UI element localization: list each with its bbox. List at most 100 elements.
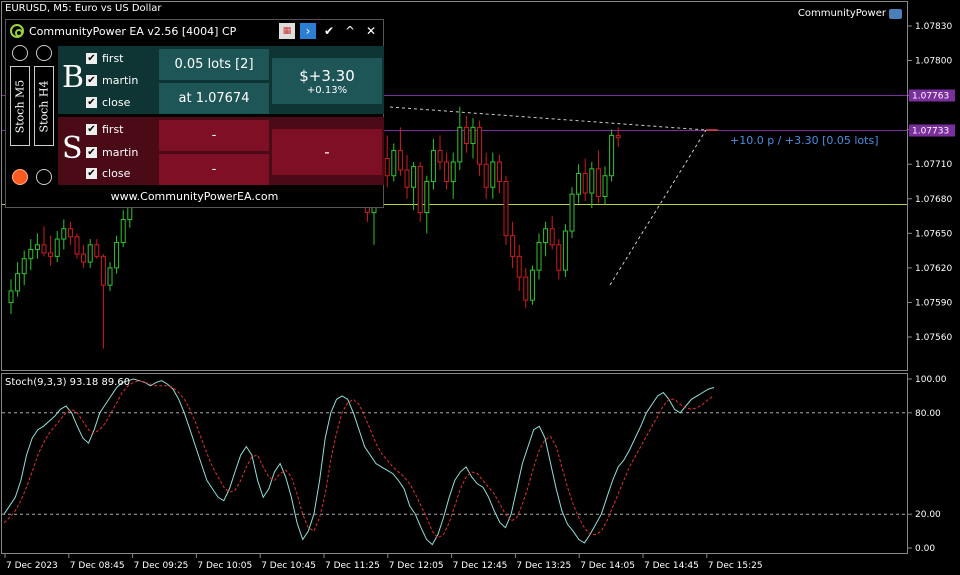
check-label: first bbox=[102, 52, 124, 65]
candle-body bbox=[516, 255, 522, 278]
buy-lots-cell[interactable]: 0.05 lots [2] bbox=[159, 49, 269, 80]
candle-body bbox=[609, 134, 615, 177]
candle-body bbox=[424, 181, 430, 214]
buy-price-cell[interactable]: at 1.07674 bbox=[159, 83, 269, 114]
stoch-h4-label: Stoch H4 bbox=[37, 80, 51, 132]
candle-body bbox=[100, 255, 106, 286]
buy-check-martin[interactable]: ✔ martin bbox=[86, 74, 138, 87]
price-tick-label: 1.07590 bbox=[915, 298, 952, 308]
panel-titlebar[interactable]: CommunityPower EA v2.56 [4004] CP ▦ › ✔ … bbox=[6, 20, 383, 42]
sell-price-cell[interactable]: - bbox=[159, 154, 269, 185]
candle-body bbox=[549, 228, 555, 246]
time-tick-label: 7 Dec 13:25 bbox=[516, 561, 571, 571]
stochastic-series bbox=[3, 378, 715, 546]
checkbox-icon[interactable]: ✔ bbox=[86, 53, 97, 64]
time-tick-label: 7 Dec 10:05 bbox=[197, 561, 252, 571]
checkbox-icon[interactable]: ✔ bbox=[86, 124, 97, 135]
price-tag-label: 1.07763 bbox=[912, 92, 949, 102]
candle-body bbox=[602, 175, 608, 197]
price-tick-label: 1.07650 bbox=[915, 229, 952, 239]
arrow-right-icon[interactable]: › bbox=[300, 23, 316, 39]
candle-body bbox=[529, 269, 535, 301]
candle-body bbox=[562, 230, 568, 271]
sell-check-martin[interactable]: ✔ martin bbox=[86, 146, 138, 159]
candle-body bbox=[397, 149, 403, 171]
stoch-tick-label: 0.00 bbox=[915, 544, 935, 554]
sell-profit-cell[interactable]: - bbox=[272, 129, 382, 175]
time-tick-label: 7 Dec 12:45 bbox=[453, 561, 508, 571]
stoch-tick-label: 100.00 bbox=[915, 375, 947, 385]
candle-body bbox=[496, 161, 502, 182]
candle-body bbox=[28, 248, 34, 260]
panel-title: CommunityPower EA v2.56 [4004] CP bbox=[29, 24, 237, 38]
buy-price: at 1.07674 bbox=[178, 91, 250, 106]
candle-body bbox=[107, 267, 113, 286]
check-label: close bbox=[102, 96, 131, 109]
candle-body bbox=[490, 161, 496, 188]
sell-letter: S bbox=[62, 131, 83, 166]
sell-lots-cell[interactable]: - bbox=[159, 120, 269, 151]
time-tick-label: 7 Dec 10:45 bbox=[261, 561, 316, 571]
candle-body bbox=[74, 236, 80, 255]
candle-body bbox=[450, 161, 456, 182]
candle-body bbox=[477, 126, 483, 165]
sell-check-close[interactable]: ✔ close bbox=[86, 167, 130, 180]
candle-body bbox=[61, 228, 67, 240]
stoch-tick-label: 80.00 bbox=[915, 409, 941, 419]
stoch-h4-button[interactable]: Stoch H4 bbox=[34, 66, 54, 146]
indicator-label: Stoch(9,3,3) 93.18 89.60 bbox=[5, 377, 131, 388]
checkbox-icon[interactable]: ✔ bbox=[86, 168, 97, 179]
communitypower-logo-icon bbox=[10, 24, 24, 38]
toggle-circle-active[interactable] bbox=[12, 169, 28, 185]
sell-check-first[interactable]: ✔ first bbox=[86, 123, 124, 136]
buy-profit-cell[interactable]: $+3.30 +0.13% bbox=[272, 58, 382, 104]
checkbox-icon[interactable]: ✔ bbox=[86, 147, 97, 158]
brand-label: CommunityPower bbox=[798, 8, 902, 19]
sell-price: - bbox=[211, 162, 217, 177]
buy-check-close[interactable]: ✔ close bbox=[86, 96, 130, 109]
stoch-tick-label: 20.00 bbox=[915, 510, 941, 520]
candle-body bbox=[87, 244, 93, 263]
time-tick-label: 7 Dec 2023 bbox=[6, 561, 58, 571]
close-icon[interactable]: ✕ bbox=[363, 23, 379, 39]
price-tick-label: 1.07800 bbox=[915, 57, 952, 67]
candle-body bbox=[15, 273, 21, 292]
panel-footer-link[interactable]: www.CommunityPowerEA.com bbox=[6, 190, 383, 203]
price-tick-label: 1.07680 bbox=[915, 195, 952, 205]
toggle-circle[interactable] bbox=[12, 45, 28, 61]
buy-check-first[interactable]: ✔ first bbox=[86, 52, 124, 65]
toggle-circle[interactable] bbox=[36, 45, 52, 61]
candle-body bbox=[41, 244, 47, 254]
price-tick-label: 1.07560 bbox=[915, 333, 952, 343]
candle-body bbox=[67, 228, 73, 238]
candle-body bbox=[536, 242, 542, 271]
time-tick-label: 7 Dec 14:45 bbox=[644, 561, 699, 571]
buy-section: B ✔ first ✔ martin ✔ close 0.05 lots [2] at… bbox=[58, 46, 384, 114]
check-icon[interactable]: ✔ bbox=[321, 23, 337, 39]
checkbox-icon[interactable]: ✔ bbox=[86, 97, 97, 108]
position-label: +10.0 p / +3.30 [0.05 lots] bbox=[730, 134, 879, 147]
time-tick-label: 7 Dec 15:25 bbox=[708, 561, 763, 571]
buy-profit: $+3.30 bbox=[299, 66, 355, 85]
ea-panel[interactable]: CommunityPower EA v2.56 [4004] CP ▦ › ✔ … bbox=[5, 19, 384, 208]
candle-body bbox=[384, 157, 390, 177]
candle-body bbox=[391, 149, 397, 177]
candle-body bbox=[48, 252, 54, 257]
toggle-circle[interactable] bbox=[36, 169, 52, 185]
sell-lots: - bbox=[211, 128, 217, 143]
graduation-cap-icon bbox=[889, 8, 902, 19]
check-label: first bbox=[102, 123, 124, 136]
candle-body bbox=[444, 161, 450, 182]
candle-body bbox=[114, 242, 120, 269]
candle-body bbox=[34, 244, 40, 250]
time-tick-label: 7 Dec 11:25 bbox=[325, 561, 380, 571]
stoch-m5-button[interactable]: Stoch M5 bbox=[10, 66, 30, 146]
buy-letter: B bbox=[62, 60, 85, 95]
candle-body bbox=[21, 258, 27, 275]
collapse-icon[interactable]: ^ bbox=[342, 23, 358, 39]
candle-body bbox=[523, 276, 529, 301]
candle-body bbox=[54, 238, 60, 257]
calendar-icon[interactable]: ▦ bbox=[279, 23, 295, 39]
time-tick-label: 7 Dec 12:05 bbox=[389, 561, 444, 571]
checkbox-icon[interactable]: ✔ bbox=[86, 75, 97, 86]
